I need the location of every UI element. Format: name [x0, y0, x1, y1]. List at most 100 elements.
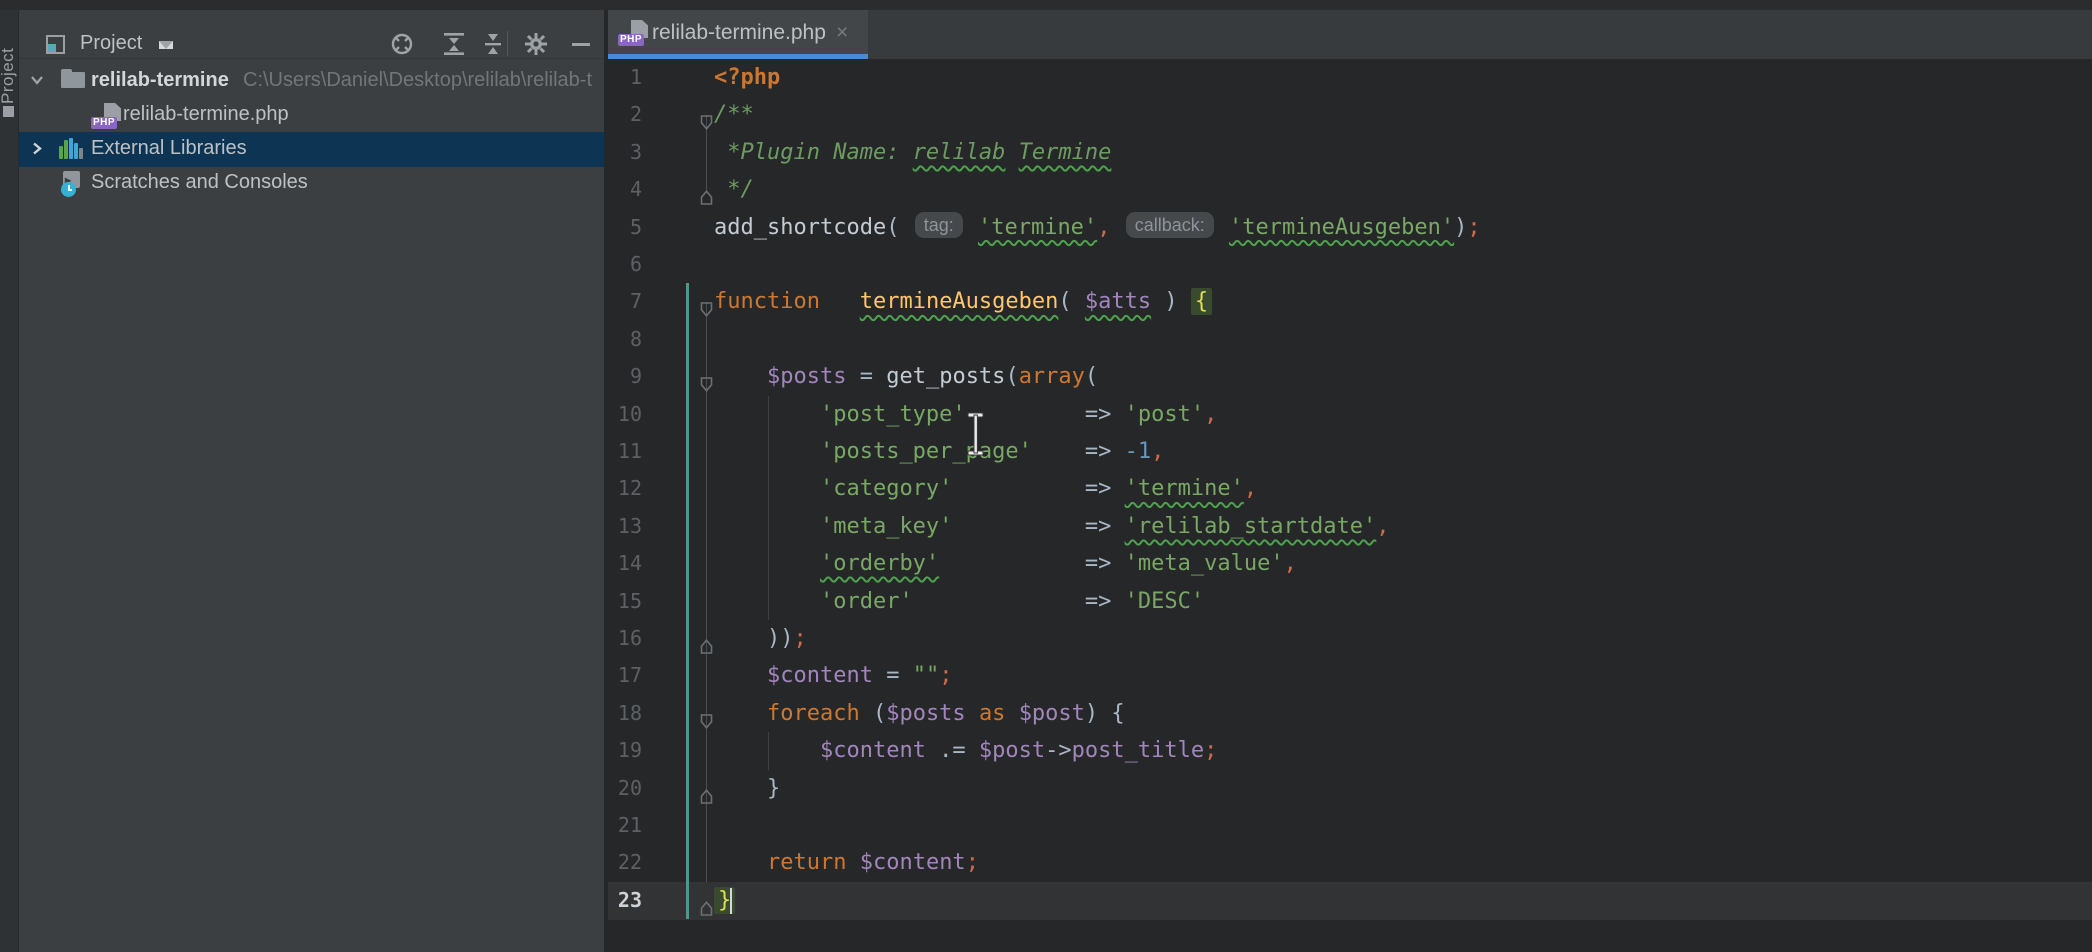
code-line[interactable]: 6 [608, 246, 2092, 284]
php-file-icon: PHP [618, 20, 648, 46]
project-panel-header: Project [19, 10, 604, 59]
line-number[interactable]: 7 [608, 283, 642, 320]
project-view-icon [46, 35, 65, 54]
line-number[interactable]: 8 [608, 321, 642, 358]
line-number[interactable]: 12 [608, 470, 642, 507]
code-line[interactable]: 11 'posts_per_page' => -1, [608, 433, 2092, 471]
code-text: 'order' => 'DESC' [714, 583, 1204, 620]
code-line[interactable]: 20 } [608, 770, 2092, 808]
code-line[interactable]: 4 */ [608, 171, 2092, 209]
fold-marker-down-icon[interactable] [699, 293, 714, 310]
code-line[interactable]: 17 $content = ""; [608, 657, 2092, 695]
code-line[interactable]: 1 <?php [608, 59, 2092, 97]
project-panel: Project [19, 10, 604, 952]
chevron-expanded-icon[interactable] [29, 72, 45, 88]
code-line[interactable]: 21 [608, 807, 2092, 845]
code-line[interactable]: 3 *Plugin Name: relilab Termine [608, 134, 2092, 172]
code-line[interactable]: 22 return $content; [608, 844, 2092, 882]
tree-item-php-file[interactable]: PHP relilab-termine.php [19, 98, 604, 133]
code-line[interactable]: 2 /** [608, 96, 2092, 134]
fold-marker-down-icon[interactable] [699, 368, 714, 385]
tree-item-project-root[interactable]: relilab-termine C:\Users\Daniel\Desktop\… [19, 64, 604, 99]
editor-tab-active[interactable]: PHP relilab-termine.php × [608, 10, 868, 59]
code-text: 'posts_per_page' => -1, [714, 433, 1164, 470]
code-line[interactable]: 14 'orderby' => 'meta_value', [608, 545, 2092, 583]
toolbar-divider [507, 31, 508, 56]
code-line[interactable]: 23} [608, 882, 2092, 920]
tree-item-label[interactable]: relilab-termine [91, 69, 229, 92]
fold-marker-down-icon[interactable] [699, 106, 714, 123]
line-number[interactable]: 11 [608, 433, 642, 470]
line-number[interactable]: 15 [608, 583, 642, 620]
tree-item-label[interactable]: Scratches and Consoles [91, 171, 308, 194]
fold-marker-up-icon[interactable] [699, 892, 714, 909]
code-text: )); [714, 620, 807, 657]
locate-file-icon[interactable] [389, 31, 415, 57]
line-number[interactable]: 23 [608, 882, 642, 919]
code-line[interactable]: 9 $posts = get_posts(array( [608, 358, 2092, 396]
line-number[interactable]: 1 [608, 59, 642, 96]
code-line[interactable]: 8 [608, 321, 2092, 359]
line-number[interactable]: 9 [608, 358, 642, 395]
mouse-cursor-ibeam-icon [965, 412, 987, 456]
line-number[interactable]: 10 [608, 396, 642, 433]
line-number[interactable]: 16 [608, 620, 642, 657]
tree-item-external-libraries[interactable]: External Libraries [19, 132, 604, 167]
line-number[interactable]: 20 [608, 770, 642, 807]
code-line[interactable]: 19 $content .= $post->post_title; [608, 732, 2092, 770]
line-number[interactable]: 2 [608, 96, 642, 133]
line-number[interactable]: 19 [608, 732, 642, 769]
chevron-collapsed-icon[interactable] [29, 140, 45, 157]
code-text: 'category' => 'termine', [714, 470, 1257, 507]
expand-all-icon[interactable] [441, 31, 467, 57]
code-line[interactable]: 18 foreach ($posts as $post) { [608, 695, 2092, 733]
project-view-title[interactable]: Project [80, 32, 142, 55]
code-text: function termineAusgeben( $atts ) { [714, 283, 1212, 320]
line-number[interactable]: 6 [608, 246, 642, 283]
editor-tab-bar: PHP relilab-termine.php × [608, 10, 2092, 59]
tool-window-stripe: Project [0, 10, 19, 952]
code-text: $posts = get_posts(array( [714, 358, 1098, 395]
code-text: } [714, 882, 735, 919]
line-number[interactable]: 22 [608, 844, 642, 881]
hide-panel-icon[interactable] [568, 31, 594, 57]
code-lines[interactable]: 1 <?php 2 /**3 *Plugin Name: relilab Termin… [608, 59, 2092, 952]
code-text: foreach ($posts as $post) { [714, 695, 1125, 732]
code-line[interactable]: 5add_shortcode( tag: 'termine', callback… [608, 209, 2092, 247]
settings-gear-icon[interactable] [523, 31, 549, 57]
code-line[interactable]: 16 )); [608, 620, 2092, 658]
tab-close-icon[interactable]: × [836, 21, 848, 45]
line-number[interactable]: 17 [608, 657, 642, 694]
code-line[interactable]: 7 function termineAusgeben( $atts ) { [608, 283, 2092, 321]
tab-filename[interactable]: relilab-termine.php [652, 21, 826, 45]
code-line[interactable]: 10 'post_type' => 'post', [608, 396, 2092, 434]
code-line[interactable]: 13 'meta_key' => 'relilab_startdate', [608, 508, 2092, 546]
vcs-added-stripe [686, 283, 689, 919]
tree-item-label[interactable]: relilab-termine.php [123, 103, 289, 126]
fold-marker-up-icon[interactable] [699, 630, 714, 647]
code-text: /** [714, 96, 754, 133]
code-line[interactable]: 15 'order' => 'DESC' [608, 583, 2092, 621]
text-caret [730, 888, 732, 914]
line-number[interactable]: 14 [608, 545, 642, 582]
folder-icon [61, 69, 87, 89]
tree-item-scratches[interactable]: ▸ Scratches and Consoles [19, 166, 604, 201]
fold-marker-up-icon[interactable] [699, 181, 714, 198]
project-stripe-button[interactable]: Project [0, 24, 18, 104]
line-number[interactable]: 3 [608, 134, 642, 171]
line-number[interactable]: 5 [608, 209, 642, 246]
fold-marker-down-icon[interactable] [699, 705, 714, 722]
chevron-down-icon[interactable] [159, 41, 173, 49]
fold-marker-up-icon[interactable] [699, 780, 714, 797]
code-text: 'meta_key' => 'relilab_startdate', [714, 508, 1390, 545]
code-line[interactable]: 12 'category' => 'termine', [608, 470, 2092, 508]
line-number[interactable]: 21 [608, 807, 642, 844]
line-number[interactable]: 13 [608, 508, 642, 545]
editor-area[interactable]: PHP relilab-termine.php × 1 <?php 2 /**3 *P… [608, 10, 2092, 952]
tree-item-label[interactable]: External Libraries [91, 137, 247, 160]
collapse-all-icon[interactable] [480, 31, 506, 57]
code-text: <?php [714, 59, 780, 96]
line-number[interactable]: 4 [608, 171, 642, 208]
line-number[interactable]: 18 [608, 695, 642, 732]
ide-window: Project Project [0, 0, 2092, 952]
